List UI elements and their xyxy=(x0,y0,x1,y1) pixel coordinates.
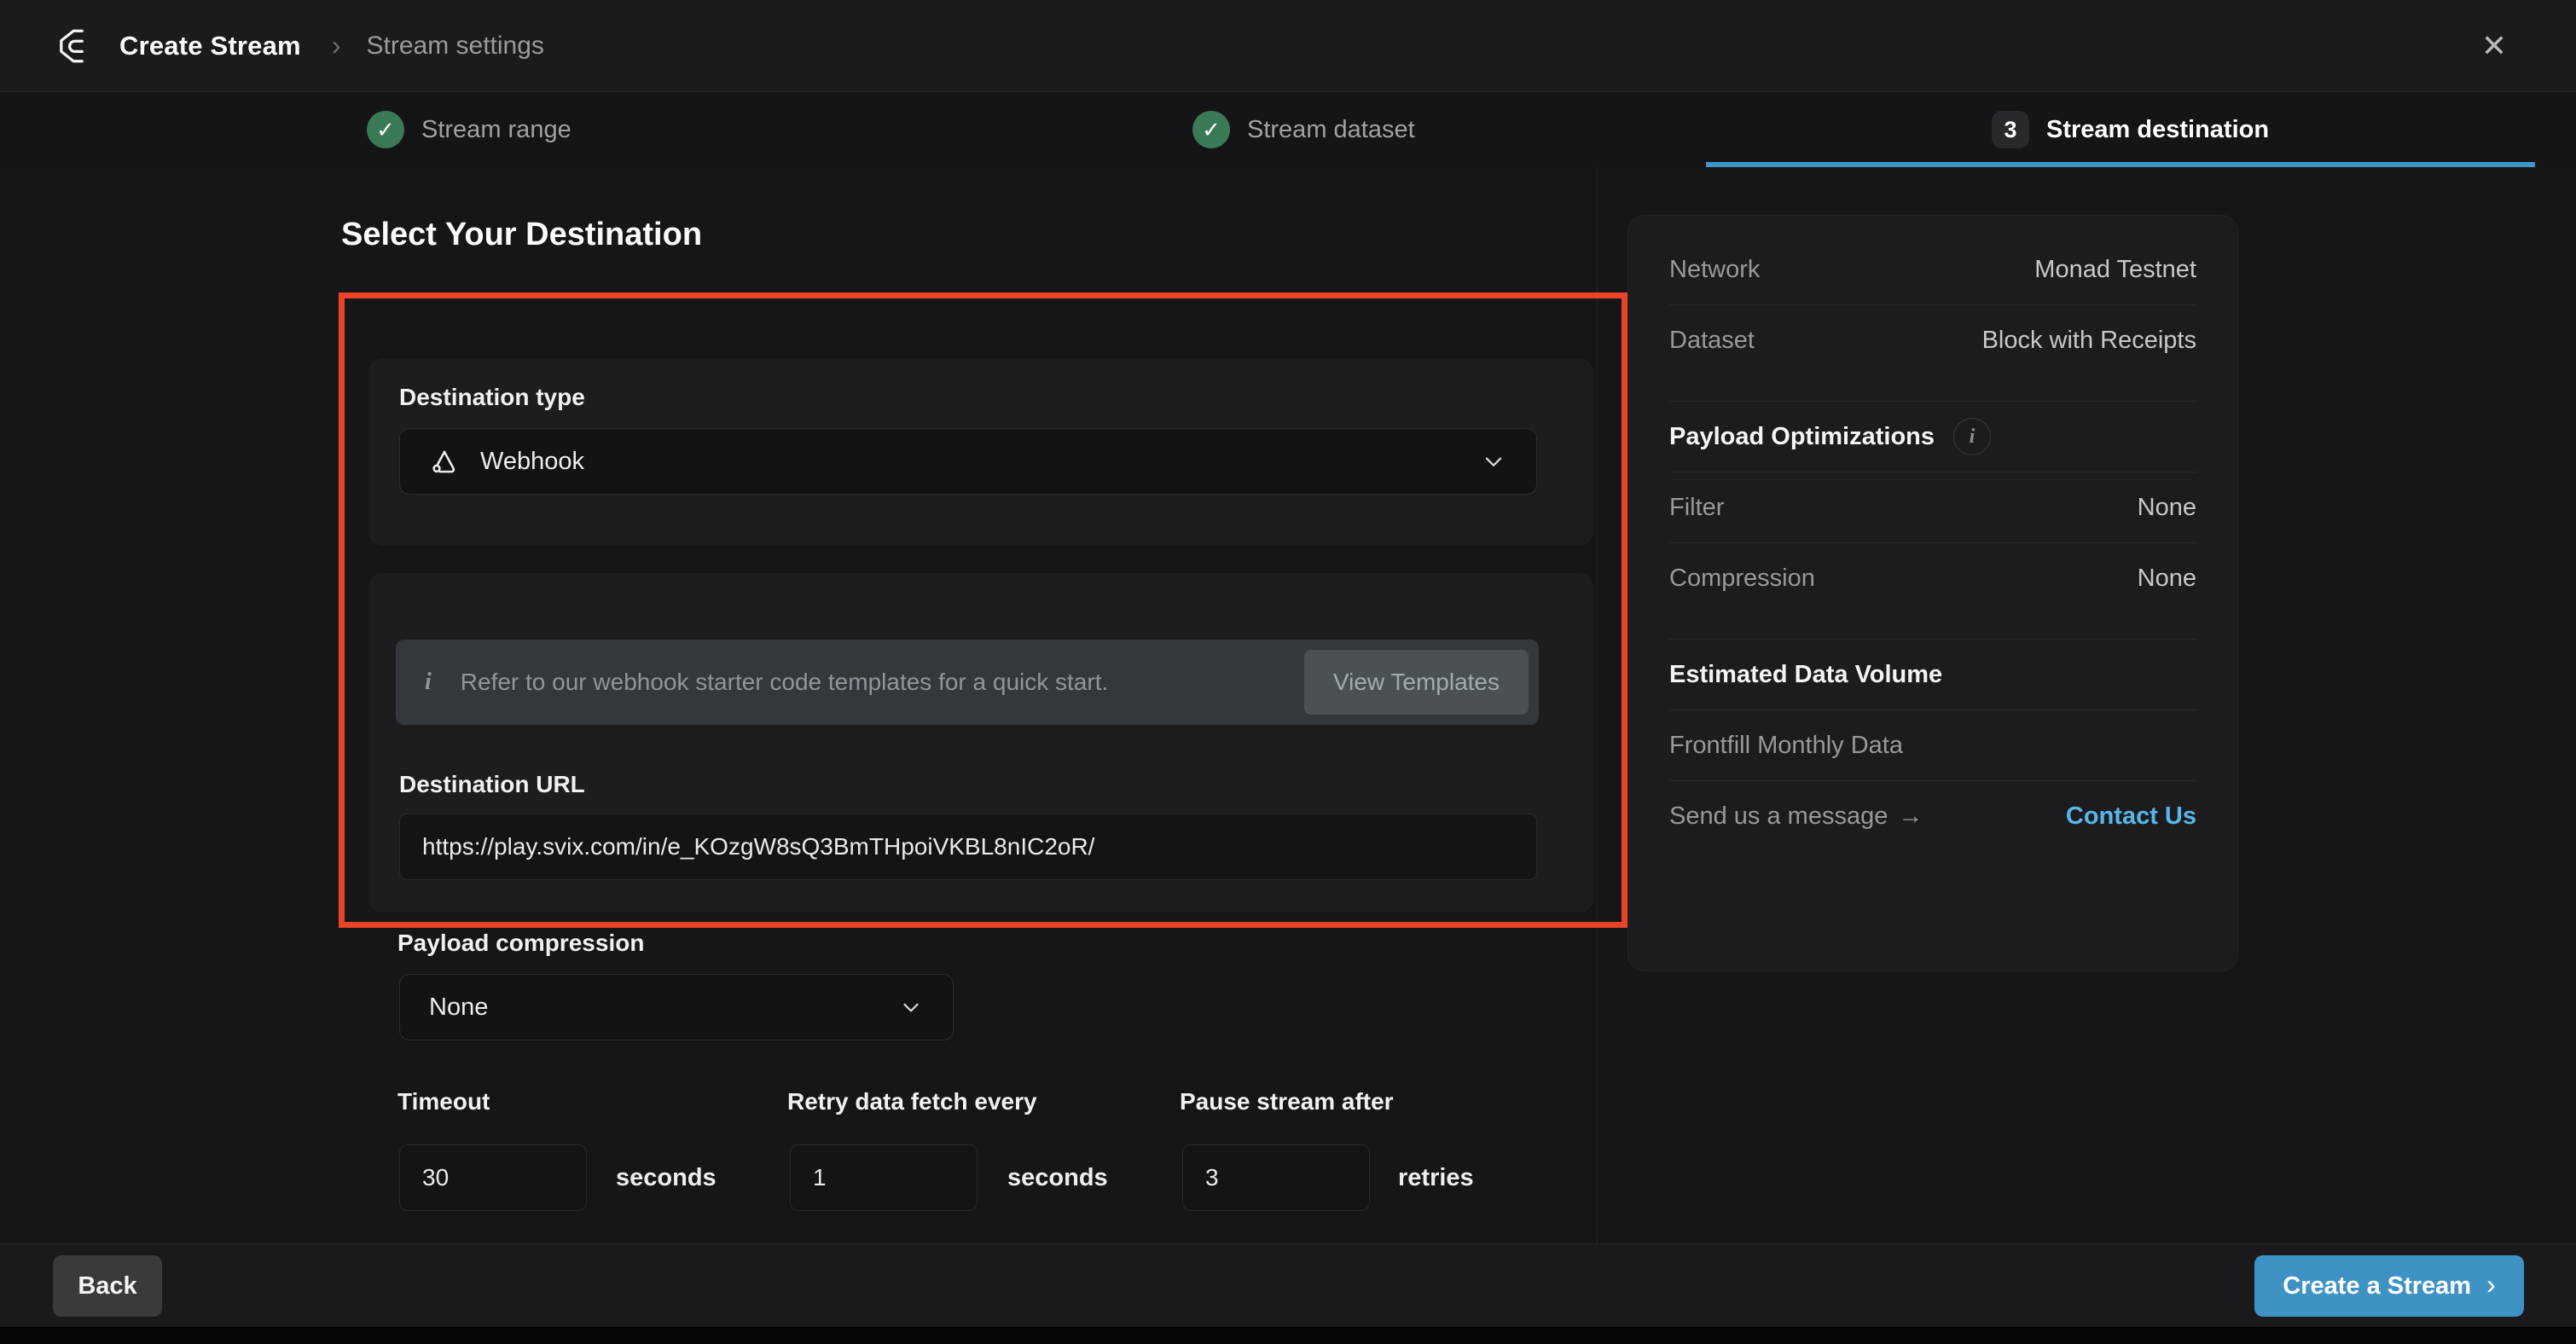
pause-label: Pause stream after xyxy=(1180,1088,1394,1115)
retry-unit: seconds xyxy=(1007,1144,1108,1211)
main-content: Select Your Destination Destination type… xyxy=(0,167,2576,1243)
create-stream-label: Create a Stream xyxy=(2283,1272,2471,1301)
step-number-badge: 3 xyxy=(1992,111,2029,148)
chevron-down-icon xyxy=(898,994,924,1020)
destination-url-input[interactable] xyxy=(399,814,1537,880)
webhook-icon xyxy=(429,446,460,477)
step-label: Stream range xyxy=(421,116,571,144)
create-stream-button[interactable]: Create a Stream › xyxy=(2254,1255,2524,1317)
chevron-down-icon xyxy=(1480,448,1507,475)
filter-label: Filter xyxy=(1669,494,1724,522)
arrow-right-icon: → xyxy=(1898,802,1923,830)
destination-type-card: Destination type Webhook xyxy=(368,358,1593,546)
tab-stream-destination[interactable]: 3 Stream destination xyxy=(1992,92,2269,167)
summary-payload-optimizations: Payload Optimizations i xyxy=(1669,402,2196,472)
summary-row-network: Network Monad Testnet xyxy=(1669,235,2196,304)
chevron-right-icon: › xyxy=(332,30,341,61)
filter-value: None xyxy=(2138,494,2196,522)
close-icon[interactable]: ✕ xyxy=(2469,20,2520,72)
payload-compression-value: None xyxy=(429,994,488,1022)
compression-label: Compression xyxy=(1669,565,1815,593)
payload-compression-label: Payload compression xyxy=(397,930,644,957)
contact-message-label: Send us a message xyxy=(1669,802,1888,830)
step-label: Stream dataset xyxy=(1247,116,1415,144)
timeout-unit: seconds xyxy=(616,1144,717,1211)
retry-input[interactable] xyxy=(790,1144,978,1211)
summary-row-frontfill: Frontfill Monthly Data xyxy=(1669,710,2196,780)
top-bar: Create Stream › Stream settings ✕ xyxy=(0,0,2576,92)
summary-row-contact: Send us a message → Contact Us xyxy=(1669,781,2196,851)
network-value: Monad Testnet xyxy=(2034,256,2196,284)
info-icon: i xyxy=(425,669,432,696)
payload-optimizations-title: Payload Optimizations xyxy=(1669,423,1935,451)
create-stream-modal: Create Stream › Stream settings ✕ ✓ Stre… xyxy=(0,0,2576,1344)
back-button[interactable]: Back xyxy=(53,1255,162,1317)
timeout-label: Timeout xyxy=(397,1088,490,1115)
destination-url-label: Destination URL xyxy=(399,771,585,798)
wizard-steps-bar: ✓ Stream range ✓ Stream dataset 3 Stream… xyxy=(0,92,2576,168)
estimated-volume-title: Estimated Data Volume xyxy=(1669,661,1942,689)
summary-row-filter: Filter None xyxy=(1669,472,2196,542)
timeout-input[interactable] xyxy=(399,1144,587,1211)
summary-estimated-volume: Estimated Data Volume xyxy=(1669,640,2196,710)
network-label: Network xyxy=(1669,256,1760,284)
webhook-config-card: i Refer to our webhook starter code temp… xyxy=(368,573,1593,912)
check-icon: ✓ xyxy=(1192,111,1230,148)
dataset-label: Dataset xyxy=(1669,327,1755,355)
banner-text: Refer to our webhook starter code templa… xyxy=(461,669,1108,696)
destination-type-value: Webhook xyxy=(480,448,584,476)
dataset-value: Block with Receipts xyxy=(1982,327,2196,355)
page-title: Create Stream xyxy=(119,31,301,61)
window-bottom-edge xyxy=(0,1327,2576,1344)
retry-label: Retry data fetch every xyxy=(787,1088,1037,1115)
pause-input[interactable] xyxy=(1182,1144,1370,1211)
summary-row-dataset: Dataset Block with Receipts xyxy=(1669,305,2196,375)
tab-stream-dataset[interactable]: ✓ Stream dataset xyxy=(1192,92,1415,167)
contact-us-link[interactable]: Contact Us xyxy=(2066,802,2196,831)
frontfill-label: Frontfill Monthly Data xyxy=(1669,732,1903,760)
tab-stream-range[interactable]: ✓ Stream range xyxy=(367,92,571,167)
breadcrumb: Stream settings xyxy=(366,32,543,61)
check-icon: ✓ xyxy=(367,111,404,148)
footer-action-bar: Back Create a Stream › xyxy=(0,1243,2576,1328)
chevron-right-icon: › xyxy=(2486,1269,2496,1301)
payload-compression-select[interactable]: None xyxy=(399,974,954,1040)
compression-value: None xyxy=(2138,565,2196,593)
quicknode-logo-icon xyxy=(51,23,97,69)
step-label: Stream destination xyxy=(2046,116,2269,144)
stream-summary-card: Network Monad Testnet Dataset Block with… xyxy=(1627,215,2238,971)
pause-unit: retries xyxy=(1398,1144,1474,1211)
content-right-divider xyxy=(1597,167,1598,1243)
section-heading: Select Your Destination xyxy=(341,217,702,253)
templates-info-banner: i Refer to our webhook starter code temp… xyxy=(396,640,1539,725)
destination-type-label: Destination type xyxy=(399,384,585,411)
destination-type-select[interactable]: Webhook xyxy=(399,428,1537,495)
info-icon[interactable]: i xyxy=(1953,418,1991,455)
summary-row-compression: Compression None xyxy=(1669,543,2196,613)
view-templates-button[interactable]: View Templates xyxy=(1304,650,1529,715)
